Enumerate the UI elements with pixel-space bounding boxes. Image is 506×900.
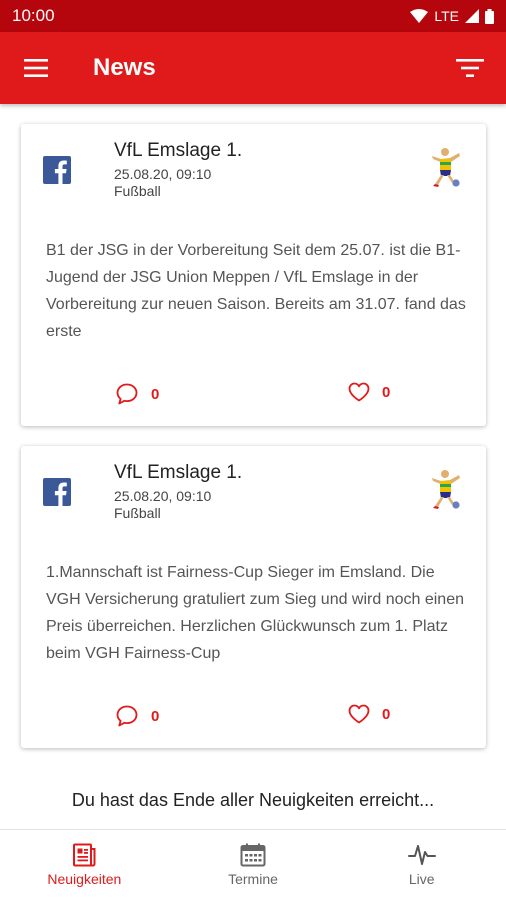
menu-icon xyxy=(24,59,48,77)
news-icon xyxy=(73,843,96,867)
nav-item-news[interactable]: Neuigkeiten xyxy=(0,830,169,900)
live-pulse-icon xyxy=(407,845,436,865)
card-header: VfL Emslage 1. 25.08.20, 09:10 Fußball xyxy=(114,140,242,199)
post-text: B1 der JSG in der Vorbereitung Seit dem … xyxy=(46,242,466,340)
post-date: 25.08.20, 09:10 xyxy=(114,488,212,504)
menu-button[interactable] xyxy=(0,32,72,104)
like-button[interactable]: 0 xyxy=(348,704,390,724)
comment-count: 0 xyxy=(151,385,160,403)
post-text: 1.Mannschaft ist Fairness-Cup Sieger im … xyxy=(46,564,464,662)
status-icons: LTE xyxy=(410,8,494,24)
signal-icon xyxy=(465,9,479,23)
soccer-player-icon xyxy=(432,148,460,187)
like-button[interactable]: 0 xyxy=(348,382,390,402)
filter-button[interactable] xyxy=(434,32,506,104)
facebook-icon xyxy=(43,478,71,506)
post-author: VfL Emslage 1. xyxy=(114,140,243,161)
wifi-icon xyxy=(410,9,429,23)
comment-count: 0 xyxy=(151,707,160,725)
post-date: 25.08.20, 09:10 xyxy=(114,166,212,182)
post-author: VfL Emslage 1. xyxy=(114,462,243,483)
nav-item-live[interactable]: Live xyxy=(337,830,506,900)
comment-button[interactable]: 0 xyxy=(115,382,159,406)
heart-icon xyxy=(348,704,370,724)
heart-icon xyxy=(348,382,370,402)
battery-icon xyxy=(485,8,494,24)
facebook-icon xyxy=(43,156,71,184)
like-count: 0 xyxy=(382,705,391,723)
news-card[interactable]: VfL Emslage 1. 25.08.20, 09:10 Fußball B… xyxy=(21,124,486,426)
filter-icon xyxy=(456,59,484,77)
comment-button[interactable]: 0 xyxy=(115,704,159,728)
network-label: LTE xyxy=(434,8,459,24)
nav-label-news: Neuigkeiten xyxy=(47,871,122,887)
app-bar: News xyxy=(0,32,506,104)
card-actions: 0 0 xyxy=(21,704,486,734)
page-title: News xyxy=(93,54,156,81)
end-of-feed-message: Du hast das Ende aller Neuigkeiten errei… xyxy=(71,790,435,810)
status-time: 10:00 xyxy=(12,6,55,25)
nav-label-live: Live xyxy=(408,871,435,887)
card-actions: 0 0 xyxy=(21,382,486,412)
like-count: 0 xyxy=(382,383,391,401)
news-feed[interactable]: VfL Emslage 1. 25.08.20, 09:10 Fußball B… xyxy=(0,104,506,829)
card-header: VfL Emslage 1. 25.08.20, 09:10 Fußball xyxy=(114,462,242,521)
post-category: Fußball xyxy=(114,505,161,521)
soccer-player-icon xyxy=(432,470,460,509)
post-category: Fußball xyxy=(114,183,161,199)
nav-item-events[interactable]: Termine xyxy=(169,830,338,900)
comment-icon xyxy=(116,383,138,405)
status-bar: 10:00 LTE xyxy=(0,0,506,32)
bottom-navigation: Neuigkeiten Termine Live xyxy=(0,829,506,900)
nav-label-events: Termine xyxy=(228,871,278,887)
calendar-icon xyxy=(240,843,266,867)
comment-icon xyxy=(116,705,138,727)
news-card[interactable]: VfL Emslage 1. 25.08.20, 09:10 Fußball 1… xyxy=(21,446,486,748)
